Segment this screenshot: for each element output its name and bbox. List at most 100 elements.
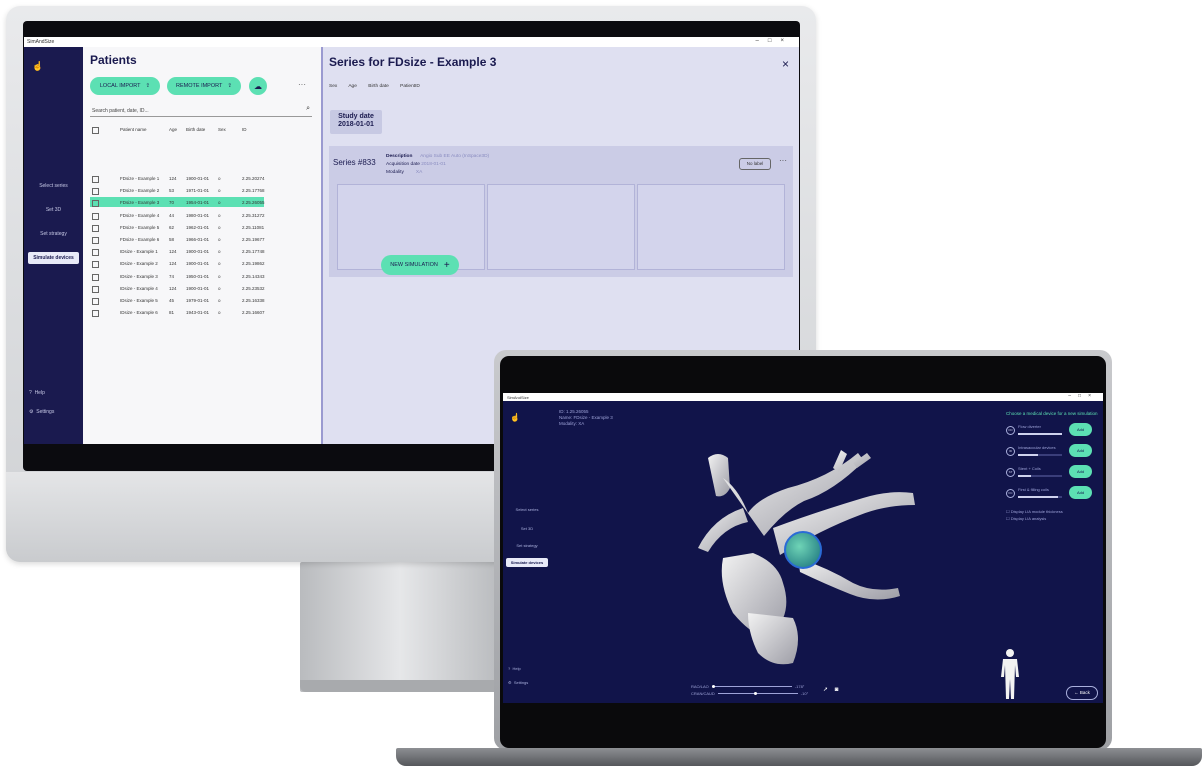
window-controls[interactable]: –□× bbox=[1068, 393, 1098, 399]
sidebar-item-set-strategy[interactable]: Set strategy bbox=[506, 543, 548, 548]
local-import-button[interactable]: LOCAL IMPORT ⇪ bbox=[90, 77, 160, 95]
table-row[interactable]: FDsize - Example 2 53 1971-01-01 o 2.25.1776… bbox=[90, 185, 265, 196]
cloud-download-button[interactable]: ☁ bbox=[249, 77, 267, 95]
sidebar-item-set-3d[interactable]: Set 3D bbox=[28, 207, 79, 213]
add-device-button[interactable]: Add bbox=[1069, 465, 1092, 478]
row-checkbox[interactable] bbox=[92, 261, 99, 269]
column-header[interactable]: ID bbox=[242, 127, 247, 132]
more-options-button[interactable]: ··· bbox=[298, 80, 306, 89]
cell-age: 53 bbox=[169, 188, 175, 194]
row-checkbox[interactable] bbox=[92, 176, 99, 183]
cran-caud-slider[interactable]: CRAN/CAUD -10° bbox=[691, 690, 808, 697]
column-header[interactable]: Patient name bbox=[120, 127, 147, 132]
row-checkbox[interactable] bbox=[92, 298, 99, 305]
table-row[interactable]: IDsize - Example 6 81 1943-01-01 o 2.25.1660… bbox=[90, 307, 265, 318]
close-icon[interactable]: × bbox=[782, 57, 789, 71]
checkbox-analysis[interactable]: ☐ Display LIA analysis bbox=[1006, 516, 1098, 521]
table-row[interactable]: IDsize - Example 2 124 1900-01-01 o 2.25.198… bbox=[90, 258, 265, 269]
table-row[interactable]: FDsize - Example 5 62 1962-01-01 o 2.25.1108… bbox=[90, 222, 264, 232]
series-card: Series #833 Description Angio Sub EE Aut… bbox=[329, 146, 793, 277]
add-device-button[interactable]: Add bbox=[1069, 423, 1092, 436]
sidebar-item-select-series[interactable]: Select series bbox=[28, 183, 79, 189]
column-header[interactable]: Sex bbox=[218, 127, 226, 132]
series-thumbnail[interactable]: NEW SIMULATION + bbox=[337, 184, 485, 275]
table-row[interactable]: FDsize - Example 3 70 1954-01-01 o 2.25.2605… bbox=[90, 197, 265, 208]
rao-lao-handle[interactable] bbox=[711, 685, 715, 689]
new-simulation-button[interactable]: NEW SIMULATION + bbox=[381, 255, 459, 275]
camera-icon[interactable]: ◙ bbox=[835, 687, 839, 693]
row-checkbox[interactable] bbox=[92, 237, 99, 244]
cell-id: 2.25.16338 bbox=[242, 298, 265, 303]
window-controls[interactable]: –□× bbox=[756, 38, 793, 44]
settings-label: Settings bbox=[36, 409, 55, 415]
label-button[interactable]: No label bbox=[739, 158, 771, 170]
settings-link[interactable]: ⚙ Settings bbox=[29, 409, 54, 415]
select-all-checkbox[interactable] bbox=[92, 127, 99, 134]
hand-icon: ☝ bbox=[32, 61, 44, 71]
row-checkbox[interactable] bbox=[92, 285, 99, 293]
row-checkbox[interactable] bbox=[92, 188, 99, 196]
help-icon: ? bbox=[508, 666, 511, 671]
close-icon[interactable]: × bbox=[780, 38, 793, 44]
sidebar-item-simulate-devices[interactable]: Simulate devices bbox=[506, 558, 548, 567]
cell-id: 2.25.31272 bbox=[242, 212, 265, 218]
row-checkbox[interactable] bbox=[92, 273, 99, 281]
series-title: Series for FDsize - Example 3 bbox=[329, 55, 497, 69]
remote-import-button[interactable]: REMOTE IMPORT ⇪ bbox=[167, 77, 241, 95]
rao-lao-track[interactable] bbox=[711, 685, 792, 689]
search-input[interactable]: Search patient, date, ID... ⌕ bbox=[90, 105, 312, 117]
back-button[interactable]: ← Back bbox=[1066, 686, 1098, 700]
series-more-button[interactable]: ··· bbox=[779, 156, 787, 165]
column-header[interactable]: Birth date bbox=[186, 127, 205, 132]
table-row[interactable]: IDsize - Example 3 74 1950-01-01 o 2.25.1434… bbox=[90, 271, 265, 281]
sidebar-item-set-strategy[interactable]: Set strategy bbox=[28, 231, 79, 237]
cell-sex: o bbox=[218, 261, 221, 267]
table-row[interactable]: FDsize - Example 1 124 1900-01-01 o 2.25.202… bbox=[90, 173, 265, 183]
add-device-button[interactable]: Add bbox=[1069, 444, 1092, 457]
hand-icon: ☝ bbox=[510, 413, 520, 422]
series-thumbnail[interactable] bbox=[487, 184, 635, 270]
table-row[interactable]: IDsize - Example 5 45 1979-01-01 o 2.25.1633… bbox=[90, 295, 265, 305]
add-device-button[interactable]: Add bbox=[1069, 486, 1092, 499]
row-checkbox[interactable] bbox=[92, 249, 99, 257]
column-header[interactable]: Age bbox=[169, 127, 177, 132]
table-row[interactable]: IDsize - Example 4 124 1900-01-01 o 2.25.235… bbox=[90, 283, 265, 293]
row-checkbox[interactable] bbox=[92, 310, 99, 318]
remote-import-label: REMOTE IMPORT bbox=[176, 83, 223, 89]
row-checkbox[interactable] bbox=[92, 224, 99, 232]
pointer-icon[interactable]: ➚ bbox=[823, 687, 828, 693]
cran-caud-track[interactable] bbox=[717, 692, 798, 696]
sidebar-item-set-3d[interactable]: Set 3D bbox=[506, 526, 548, 531]
rao-lao-slider[interactable]: RAO/LAO -178° bbox=[691, 683, 808, 690]
minimize-icon[interactable]: – bbox=[756, 38, 768, 44]
search-icon[interactable]: ⌕ bbox=[306, 105, 310, 113]
row-checkbox[interactable] bbox=[92, 200, 99, 208]
row-checkbox[interactable] bbox=[92, 212, 99, 220]
cran-caud-handle[interactable] bbox=[753, 692, 757, 696]
study-date-tab[interactable]: Study date 2018-01-01 bbox=[330, 110, 382, 134]
close-icon[interactable]: × bbox=[1088, 393, 1098, 399]
vessel-3d-model[interactable] bbox=[683, 438, 923, 668]
cell-id: 2.25.19677 bbox=[242, 237, 265, 242]
table-row[interactable]: FDsize - Example 4 44 1980-01-01 o 2.25.3127… bbox=[90, 210, 265, 220]
sidebar-item-simulate-devices[interactable]: Simulate devices bbox=[28, 252, 79, 264]
help-link[interactable]: ? Help bbox=[508, 666, 521, 671]
help-label: Help bbox=[34, 390, 45, 396]
cell-age: 81 bbox=[169, 310, 175, 316]
minimize-icon[interactable]: – bbox=[1068, 393, 1078, 399]
maximize-icon[interactable]: □ bbox=[768, 38, 781, 44]
acquisition-label: Acquisition date bbox=[386, 162, 420, 167]
cell-name: FDsize - Example 1 bbox=[120, 176, 160, 181]
sidebar-item-select-series[interactable]: Select series bbox=[506, 507, 548, 512]
help-link[interactable]: ? Help bbox=[29, 390, 45, 396]
table-row[interactable]: IDsize - Example 1 124 1900-01-01 o 2.25.177… bbox=[90, 246, 265, 257]
aneurysm-device bbox=[784, 531, 822, 569]
monitor-stand-base bbox=[300, 680, 500, 692]
settings-link[interactable]: ⚙ Settings bbox=[508, 680, 528, 685]
series-thumbnail[interactable] bbox=[637, 184, 785, 270]
device-row: ID Intrasaccular devices Add bbox=[1006, 444, 1098, 465]
table-row[interactable]: FDsize - Example 6 58 1966-01-01 o 2.25.1967… bbox=[90, 234, 265, 244]
cell-id: 2.25.26055 bbox=[242, 200, 265, 206]
maximize-icon[interactable]: □ bbox=[1078, 393, 1088, 399]
checkbox-thickness[interactable]: ☐ Display LIA module thickness bbox=[1006, 509, 1098, 514]
